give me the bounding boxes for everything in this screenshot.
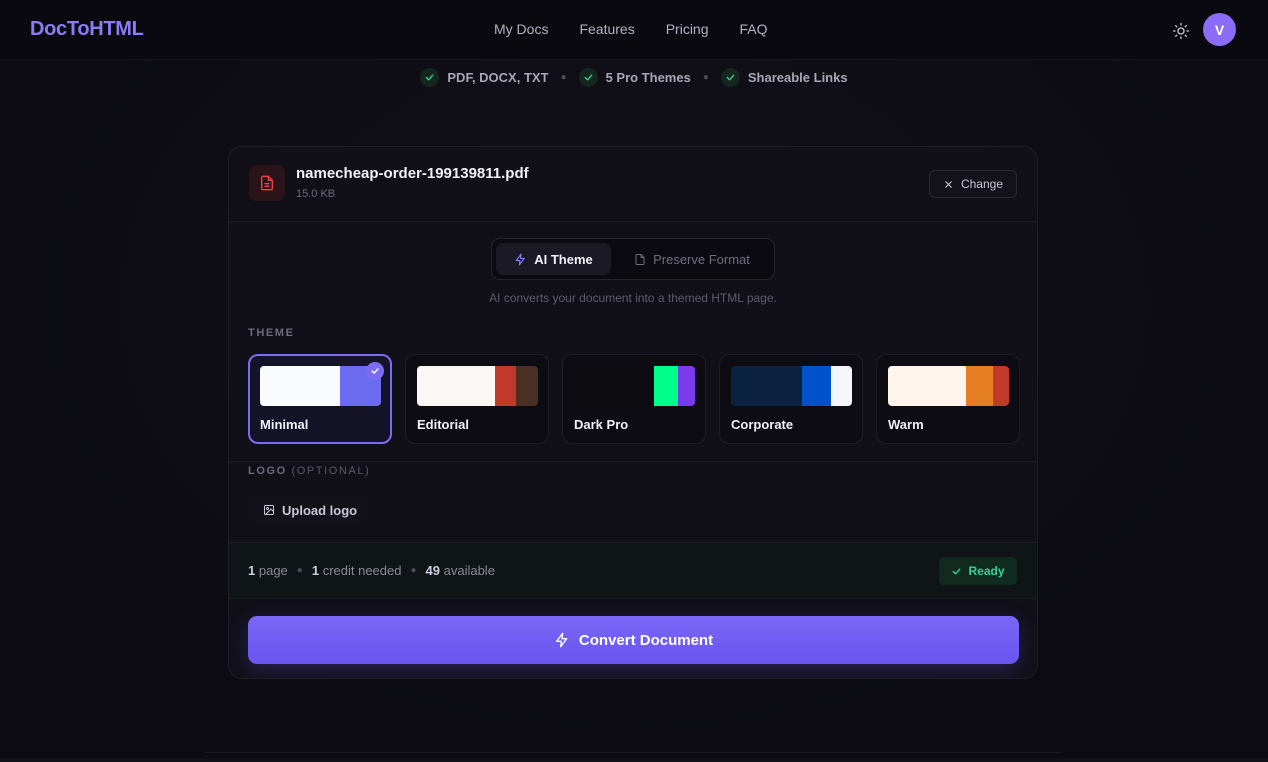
- mode-preserve-label: Preserve Format: [653, 251, 750, 267]
- check-icon: [953, 568, 961, 574]
- theme-name: Warm: [888, 417, 924, 432]
- change-label: Change: [960, 177, 1004, 191]
- change-file-button[interactable]: Change: [929, 170, 1017, 198]
- bottom-bar: [0, 758, 1268, 762]
- feature-item: Shareable Links: [720, 68, 848, 87]
- convert-document-button[interactable]: Convert Document: [248, 616, 1019, 664]
- check-icon: [420, 68, 440, 87]
- upload-logo-label: Upload logo: [282, 502, 358, 518]
- sun-icon[interactable]: [1170, 20, 1192, 42]
- mode-description: AI converts your document into a themed …: [489, 291, 777, 305]
- theme-name: Minimal: [260, 417, 309, 432]
- separator-dot: ●: [702, 72, 709, 83]
- upload-logo-button[interactable]: Upload logo: [248, 497, 368, 523]
- divider: [229, 461, 1037, 462]
- logo[interactable]: DocToHTML: [30, 18, 144, 41]
- mode-ai-theme-button[interactable]: AI Theme: [496, 243, 611, 275]
- mode-toggle: AI Theme Preserve Format: [491, 238, 775, 280]
- separator-dot: ●: [560, 72, 567, 83]
- stats: 1 page ● 1 credit needed ● 49 available: [248, 563, 495, 578]
- optional-label: (OPTIONAL): [291, 465, 371, 477]
- logo-section-label: LOGO (OPTIONAL): [248, 465, 370, 477]
- credits-available-stat: 49 available: [425, 563, 495, 578]
- theme-swatch: [417, 366, 538, 406]
- convert-label: Convert Document: [578, 631, 714, 649]
- stats-row: 1 page ● 1 credit needed ● 49 available …: [229, 542, 1037, 599]
- feature-strip: PDF, DOCX, TXT ● 5 Pro Themes ● Shareabl…: [0, 68, 1268, 87]
- theme-card-editorial[interactable]: Editorial: [405, 354, 549, 444]
- feature-label: Shareable Links: [747, 70, 848, 85]
- separator-dot: ●: [410, 565, 417, 576]
- separator-dot: ●: [296, 565, 303, 576]
- theme-card-corporate[interactable]: Corporate: [719, 354, 863, 444]
- theme-section-label: THEME: [248, 327, 295, 339]
- selected-check-icon: [366, 362, 384, 380]
- theme-swatch: [731, 366, 852, 406]
- feature-label: PDF, DOCX, TXT: [447, 70, 549, 85]
- nav-pricing[interactable]: Pricing: [666, 21, 709, 37]
- theme-name: Dark Pro: [574, 417, 629, 432]
- lightning-icon: [515, 253, 526, 265]
- nav-my-docs[interactable]: My Docs: [494, 21, 548, 37]
- feature-label: 5 Pro Themes: [605, 70, 691, 85]
- mode-ai-label: AI Theme: [534, 251, 593, 267]
- theme-card-warm[interactable]: Warm: [876, 354, 1020, 444]
- feature-item: PDF, DOCX, TXT: [420, 68, 549, 87]
- nav-features[interactable]: Features: [579, 21, 634, 37]
- theme-swatch: [260, 366, 381, 406]
- mode-preserve-format-button[interactable]: Preserve Format: [616, 243, 768, 275]
- theme-swatch: [888, 366, 1009, 406]
- file-name: namecheap-order-199139811.pdf: [296, 165, 529, 182]
- check-icon: [720, 68, 740, 87]
- ready-status-badge: Ready: [939, 557, 1017, 585]
- feature-item: 5 Pro Themes: [578, 68, 691, 87]
- credits-needed-stat: 1 credit needed: [311, 563, 402, 578]
- theme-card-dark-pro[interactable]: Dark Pro: [562, 354, 706, 444]
- ready-label: Ready: [968, 564, 1005, 578]
- file-size: 15.0 KB: [296, 188, 336, 200]
- check-icon: [578, 68, 598, 87]
- theme-swatch: [574, 366, 695, 406]
- avatar[interactable]: V: [1203, 13, 1236, 46]
- convert-card: namecheap-order-199139811.pdf 15.0 KB Ch…: [228, 146, 1038, 679]
- file-row: namecheap-order-199139811.pdf 15.0 KB Ch…: [229, 147, 1037, 222]
- document-icon: [635, 253, 645, 265]
- close-icon: [945, 180, 952, 188]
- theme-name: Corporate: [731, 417, 794, 432]
- logo-label: LOGO: [248, 465, 287, 477]
- theme-list: Minimal Editorial Dark Pro Corporate War…: [248, 354, 1020, 444]
- theme-name: Editorial: [417, 417, 470, 432]
- file-icon: [249, 165, 285, 201]
- nav-faq[interactable]: FAQ: [740, 21, 768, 37]
- footer-divider: [205, 752, 1063, 753]
- main-nav: My Docs Features Pricing FAQ: [494, 21, 768, 37]
- theme-card-minimal[interactable]: Minimal: [248, 354, 392, 444]
- lightning-icon: [555, 632, 568, 648]
- image-icon: [264, 505, 274, 515]
- header: DocToHTML My Docs Features Pricing FAQ V: [0, 0, 1268, 60]
- page-count-stat: 1 page: [248, 563, 288, 578]
